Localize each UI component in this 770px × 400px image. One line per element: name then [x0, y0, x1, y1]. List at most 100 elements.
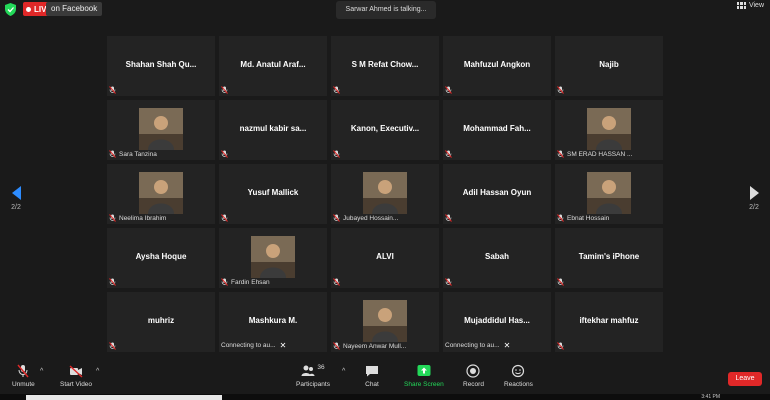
participant-video-thumbnail: [363, 172, 407, 214]
mic-muted-icon: [221, 86, 228, 94]
share-screen-button[interactable]: Share Screen: [404, 364, 444, 388]
participant-label-text: Ebnat Hossain: [567, 214, 610, 222]
mic-muted-icon: [445, 214, 452, 222]
share-screen-label: Share Screen: [404, 381, 444, 388]
close-icon[interactable]: ✕: [504, 341, 511, 350]
participants-button[interactable]: 36 Participants: [296, 364, 330, 388]
participant-name: Shahan Shah Qu...: [125, 60, 197, 69]
participant-status-label: [109, 342, 119, 350]
participant-tile[interactable]: Sara Tanzina: [107, 100, 215, 160]
mic-muted-icon: [557, 150, 564, 158]
mic-muted-icon: [557, 214, 564, 222]
participant-tile[interactable]: S M Refat Chow...: [331, 36, 439, 96]
participant-name: Mujaddidul Has...: [464, 316, 530, 325]
chat-button[interactable]: Chat: [365, 364, 379, 388]
arrow-left-icon[interactable]: [11, 186, 21, 200]
participant-tile[interactable]: Md. Anatul Araf...: [219, 36, 327, 96]
participant-tile[interactable]: Adil Hassan Oyun: [443, 164, 551, 224]
participant-tile[interactable]: Tamim's iPhone: [555, 228, 663, 288]
view-button[interactable]: View: [736, 2, 764, 9]
audio-options-caret-icon[interactable]: ^: [40, 368, 43, 375]
start-video-button[interactable]: Start Video: [60, 364, 92, 388]
participant-tile[interactable]: Mohammad Fah...: [443, 100, 551, 160]
participant-tile[interactable]: Kanon, Executiv...: [331, 100, 439, 160]
participant-tile[interactable]: SM ERAD HASSAN ...: [555, 100, 663, 160]
leave-button[interactable]: Leave: [728, 372, 762, 386]
participant-tile[interactable]: ALVI: [331, 228, 439, 288]
participant-name: Kanon, Executiv...: [350, 124, 420, 133]
arrow-right-icon[interactable]: [749, 186, 759, 200]
participant-tile[interactable]: Najib: [555, 36, 663, 96]
participant-status-label: [221, 86, 231, 94]
participant-tile[interactable]: Shahan Shah Qu...: [107, 36, 215, 96]
mic-muted-icon: [333, 86, 340, 94]
participant-tile[interactable]: Yusuf Mallick: [219, 164, 327, 224]
participant-tile[interactable]: Jubayed Hossain...: [331, 164, 439, 224]
participant-status-label: [109, 278, 119, 286]
previous-page-nav[interactable]: 2/2: [6, 186, 26, 211]
participant-tile[interactable]: Aysha Hoque: [107, 228, 215, 288]
chat-icon: [366, 366, 378, 377]
participant-tile[interactable]: Mashkura M. Connecting to au... ✕: [219, 292, 327, 352]
close-icon[interactable]: ✕: [280, 341, 287, 350]
participant-status-label: [333, 278, 343, 286]
participant-tile[interactable]: muhriz: [107, 292, 215, 352]
record-button[interactable]: Record: [463, 364, 484, 388]
participant-tile[interactable]: Neelima Ibrahim: [107, 164, 215, 224]
share-screen-icon: [417, 365, 431, 376]
participant-tile[interactable]: Fardin Ehsan: [219, 228, 327, 288]
unmute-button[interactable]: Unmute: [12, 364, 35, 388]
top-bar: LIVE on Facebook Sarwar Ahmed is talking…: [0, 0, 770, 24]
participant-tile[interactable]: iftekhar mahfuz: [555, 292, 663, 352]
mic-muted-icon: [557, 278, 564, 286]
participant-status-label: [221, 214, 231, 222]
mic-muted-icon: [221, 214, 228, 222]
participant-tile[interactable]: Mujaddidul Has... Connecting to au... ✕: [443, 292, 551, 352]
participant-label-text: Neelima Ibrahim: [119, 214, 167, 222]
mic-muted-icon: [109, 342, 116, 350]
mic-muted-icon: [17, 364, 29, 378]
streaming-platform-label[interactable]: on Facebook: [46, 2, 103, 16]
participants-options-caret-icon[interactable]: ^: [342, 368, 345, 375]
participant-tile[interactable]: Sabah: [443, 228, 551, 288]
video-options-caret-icon[interactable]: ^: [96, 368, 99, 375]
mic-muted-icon: [221, 278, 228, 286]
participant-tile[interactable]: Ebnat Hossain: [555, 164, 663, 224]
participant-label-text: Jubayed Hossain...: [343, 214, 399, 222]
participant-count: 36: [317, 364, 325, 371]
mic-muted-icon: [445, 86, 452, 94]
participant-status-label: Connecting to au... ✕: [221, 341, 286, 350]
mic-muted-icon: [221, 150, 228, 158]
participant-video-thumbnail: [251, 236, 295, 278]
reactions-label: Reactions: [504, 381, 533, 388]
participant-name: nazmul kabir sa...: [239, 124, 307, 133]
video-off-icon: [69, 365, 83, 378]
participant-video-thumbnail: [139, 172, 183, 214]
mic-muted-icon: [109, 278, 116, 286]
participant-name: iftekhar mahfuz: [579, 316, 639, 325]
next-page-nav[interactable]: 2/2: [744, 186, 764, 211]
start-video-label: Start Video: [60, 381, 93, 388]
participant-status-label: [445, 86, 455, 94]
participant-tile[interactable]: nazmul kabir sa...: [219, 100, 327, 160]
participant-status-label: Ebnat Hossain: [557, 214, 609, 222]
participant-tile[interactable]: Mahfuzul Angkon: [443, 36, 551, 96]
participant-name: Yusuf Mallick: [247, 188, 299, 197]
taskbar-search-box[interactable]: [26, 395, 222, 400]
participant-status-label: [445, 214, 455, 222]
participant-label-text: Connecting to au...: [221, 342, 276, 349]
participants-label: Participants: [296, 381, 330, 388]
participant-status-label: Neelima Ibrahim: [109, 214, 166, 222]
participant-name: Mahfuzul Angkon: [463, 60, 531, 69]
mic-muted-icon: [333, 342, 340, 350]
participant-status-label: [221, 150, 231, 158]
participant-video-thumbnail: [587, 108, 631, 150]
mic-muted-icon: [109, 86, 116, 94]
participant-status-label: SM ERAD HASSAN ...: [557, 150, 632, 158]
reactions-button[interactable]: Reactions: [504, 364, 533, 388]
participant-name: Sabah: [484, 252, 509, 261]
participant-status-label: [557, 278, 567, 286]
participant-tile[interactable]: Nayeem Anwar Mull...: [331, 292, 439, 352]
reactions-icon: [512, 364, 525, 378]
mic-muted-icon: [109, 214, 116, 222]
